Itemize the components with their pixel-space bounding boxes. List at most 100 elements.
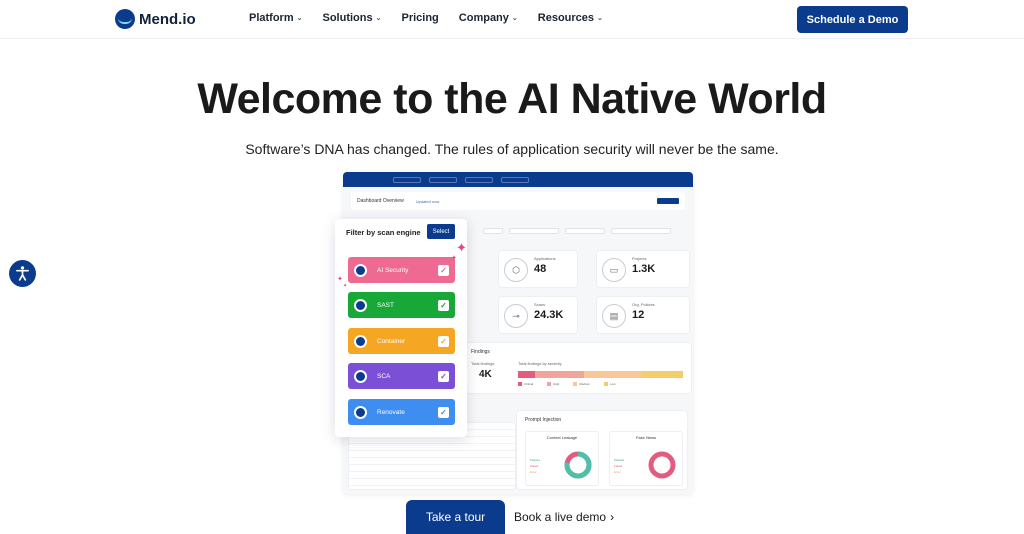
severity-label: Total findings by severity: [518, 361, 562, 366]
dashboard-header: Dashboard Overview Updated now: [351, 192, 685, 210]
cube-icon: ⬡: [504, 258, 528, 282]
chevron-down-icon: ⌄: [296, 15, 303, 22]
stat-value: 48: [534, 263, 547, 275]
clipboard-icon: ▤: [602, 304, 626, 328]
fake-news-card: Fake News Passed Failed Error: [609, 431, 683, 486]
chevron-down-icon: ⌄: [511, 15, 518, 22]
menu-item-solutions[interactable]: Solutions ⌄: [323, 12, 382, 24]
stat-value: 1.3K: [632, 263, 656, 275]
sparkle-icon: ✦: [343, 283, 348, 289]
checkbox-checked-icon[interactable]: ✓: [438, 370, 449, 382]
stat-card-projects: ▭ Projects 1.3K: [596, 250, 690, 288]
engine-sast[interactable]: SAST ✓: [348, 292, 455, 318]
findings-total-value: 4K: [479, 369, 492, 380]
mend-logo-icon: [115, 9, 135, 29]
main-menu: Platform ⌄ Solutions ⌄ Pricing Company ⌄ Re…: [249, 12, 603, 24]
dashboard-export-button: [657, 198, 679, 204]
findings-title: Findings: [471, 349, 490, 355]
checkbox-checked-icon[interactable]: ✓: [438, 406, 449, 418]
engine-ai-security[interactable]: AI Security ✓: [348, 257, 455, 283]
menu-label: Platform: [249, 12, 294, 24]
stat-value: 12: [632, 309, 645, 321]
findings-total-label: Total findings: [471, 361, 495, 366]
menu-item-platform[interactable]: Platform ⌄: [249, 12, 303, 24]
stat-label: Applications: [534, 256, 556, 261]
findings-card: Findings Total findings 4K Total finding…: [466, 342, 692, 394]
top-navigation: Mend.io Platform ⌄ Solutions ⌄ Pricing Com…: [0, 0, 1024, 39]
table-row: [349, 451, 515, 458]
menu-item-pricing[interactable]: Pricing: [401, 12, 438, 24]
accessibility-icon[interactable]: [9, 260, 36, 287]
menu-item-company[interactable]: Company ⌄: [459, 12, 518, 24]
mend-engine-icon: [354, 263, 367, 277]
filter-chip: [509, 228, 559, 234]
checkbox-checked-icon[interactable]: ✓: [438, 335, 449, 347]
menu-label: Company: [458, 12, 509, 24]
engine-label: Container: [377, 337, 406, 345]
sparkle-icon: ✦: [337, 276, 343, 283]
severity-segment: [518, 371, 535, 378]
schedule-demo-button[interactable]: Schedule a Demo: [797, 6, 908, 33]
dashboard-search-pill: [393, 176, 421, 183]
table-row: [349, 479, 515, 486]
donut-chart: [564, 451, 592, 479]
engine-label: SAST: [377, 301, 394, 309]
severity-legend-item: Medium: [573, 382, 590, 386]
table-row: [349, 458, 515, 465]
dashboard-tab-pill: [501, 176, 529, 183]
severity-segment: [584, 371, 642, 378]
sparkle-icon: ✦: [456, 240, 467, 255]
dashboard-topbar: [343, 172, 693, 187]
donut-chart: [648, 451, 676, 479]
card-title: Fake News: [635, 435, 656, 440]
severity-legend: Critical High Medium Low: [518, 382, 616, 386]
engine-sca[interactable]: SCA ✓: [348, 363, 455, 389]
book-live-demo-label: Book a live demo: [514, 510, 607, 524]
engine-label: Renovate: [377, 408, 405, 416]
mend-engine-icon: [354, 334, 367, 348]
severity-legend-item: Low: [604, 382, 616, 386]
severity-legend-item: High: [547, 382, 559, 386]
dashboard-tab-pill: [429, 176, 457, 183]
brand-name: Mend.io: [139, 10, 196, 28]
select-button[interactable]: Select: [427, 224, 455, 239]
hero-subtitle: Software’s DNA has changed. The rules of…: [245, 141, 779, 157]
engine-label: SCA: [377, 372, 391, 380]
menu-label: Solutions: [322, 12, 373, 24]
chevron-right-icon: ›: [610, 510, 615, 524]
checkbox-checked-icon[interactable]: ✓: [438, 264, 449, 276]
mend-engine-icon: [354, 369, 367, 383]
commit-icon: ⊸: [504, 304, 528, 328]
engine-container[interactable]: Container ✓: [348, 328, 455, 354]
stat-card-applications: ⬡ Applications 48: [498, 250, 578, 288]
hero-title-bold: AI Native World: [517, 75, 827, 123]
severity-segment: [641, 371, 683, 378]
prompt-injection-card: Prompt Injection Context Leakage Passed …: [516, 410, 688, 490]
stat-label: Scans: [534, 302, 546, 307]
engine-renovate[interactable]: Renovate ✓: [348, 399, 455, 425]
folder-icon: ▭: [602, 258, 626, 282]
brand-logo[interactable]: Mend.io: [115, 9, 196, 29]
scan-engine-filter-panel: Filter by scan engine Select AI Security…: [335, 219, 467, 437]
menu-label: Pricing: [401, 12, 439, 24]
menu-item-resources[interactable]: Resources ⌄: [538, 12, 603, 24]
stat-card-scans: ⊸ Scans 24.3K: [498, 296, 578, 334]
checkbox-checked-icon[interactable]: ✓: [438, 299, 449, 311]
stat-label: Projects: [632, 256, 647, 261]
context-leakage-card: Context Leakage Passed Failed Error: [525, 431, 599, 486]
take-a-tour-button[interactable]: Take a tour: [406, 500, 505, 534]
table-row: [349, 472, 515, 479]
donut-track: [648, 451, 676, 479]
sparkle-icon: ✦: [451, 255, 457, 262]
stat-card-policies: ▤ Org. Policies 12: [596, 296, 690, 334]
book-live-demo-link[interactable]: Book a live demo ›: [514, 510, 614, 524]
severity-bar: [518, 371, 683, 378]
filter-chip: [483, 228, 503, 234]
table-row: [349, 437, 515, 444]
table-row: [349, 465, 515, 472]
dashboard-title: Dashboard Overview: [357, 198, 404, 204]
engine-label: AI Security: [377, 266, 409, 274]
severity-legend-item: Critical: [518, 382, 533, 386]
stat-value: 24.3K: [534, 309, 564, 321]
legend-error: Error: [530, 470, 537, 474]
